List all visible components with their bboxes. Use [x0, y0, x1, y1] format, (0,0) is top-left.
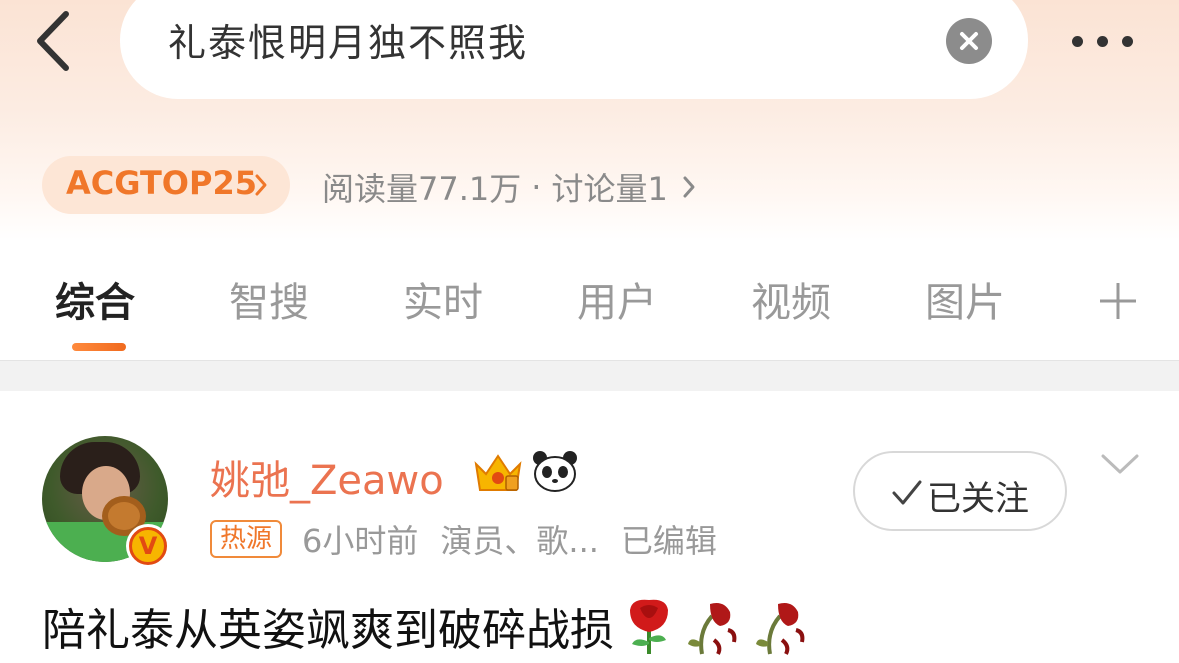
- active-tab-indicator: [72, 343, 126, 351]
- chevron-right-icon: [683, 176, 695, 198]
- back-chevron-icon[interactable]: [30, 10, 80, 72]
- wilted-flower-icon: [756, 603, 805, 655]
- section-gap: [0, 361, 1179, 391]
- chevron-down-icon[interactable]: [1100, 452, 1140, 476]
- tab-videos[interactable]: 视频: [751, 270, 831, 328]
- wilted-flower-icon: [688, 603, 737, 655]
- tab-users[interactable]: 用户: [577, 270, 657, 328]
- panda-badge-icon: [533, 451, 577, 492]
- tab-comprehensive[interactable]: 综合: [55, 270, 135, 328]
- topic-stats[interactable]: 阅读量77.1万 · 讨论量1: [322, 164, 696, 210]
- rank-badge[interactable]: ACGTOP25: [42, 156, 290, 214]
- post-content: 陪礼泰从英姿飒爽到破碎战损: [42, 594, 814, 658]
- search-query[interactable]: 礼泰恨明月独不照我: [168, 12, 528, 67]
- crown-badge-icon: [474, 454, 522, 491]
- stats-separator: ·: [531, 168, 542, 206]
- check-icon: [892, 480, 922, 505]
- tab-bar: 综合 智搜 实时 用户 视频 图片: [0, 270, 1179, 360]
- tab-realtime[interactable]: 实时: [403, 270, 483, 328]
- tab-images[interactable]: 图片: [925, 270, 1005, 328]
- username[interactable]: 姚弛_Zeawo: [210, 448, 444, 506]
- hot-source-badge: 热源: [210, 520, 283, 558]
- rose-icon: [630, 599, 668, 654]
- clear-search-icon[interactable]: [946, 18, 992, 64]
- read-count: 阅读量77.1万: [322, 170, 522, 208]
- post-text: 陪礼泰从英姿飒爽到破碎战损: [42, 605, 614, 656]
- post-meta: 热源 6小时前 演员、歌... 已编辑: [210, 516, 739, 562]
- chevron-right-icon: [255, 174, 267, 196]
- discussion-count: 讨论量1: [551, 170, 668, 208]
- search-input[interactable]: 礼泰恨明月独不照我: [120, 0, 1028, 99]
- tab-smart-search[interactable]: 智搜: [229, 270, 309, 328]
- more-options-icon[interactable]: [1068, 28, 1138, 54]
- edited-label: 已编辑: [620, 522, 717, 560]
- verified-badge-icon: V: [126, 524, 170, 568]
- add-tab-icon[interactable]: [1098, 281, 1138, 321]
- follow-button[interactable]: 已关注: [853, 451, 1067, 531]
- follow-label: 已关注: [927, 479, 1029, 519]
- rank-label: ACGTOP25: [66, 164, 257, 202]
- post-time: 6小时前: [302, 522, 419, 560]
- user-tags: 演员、歌...: [440, 522, 599, 560]
